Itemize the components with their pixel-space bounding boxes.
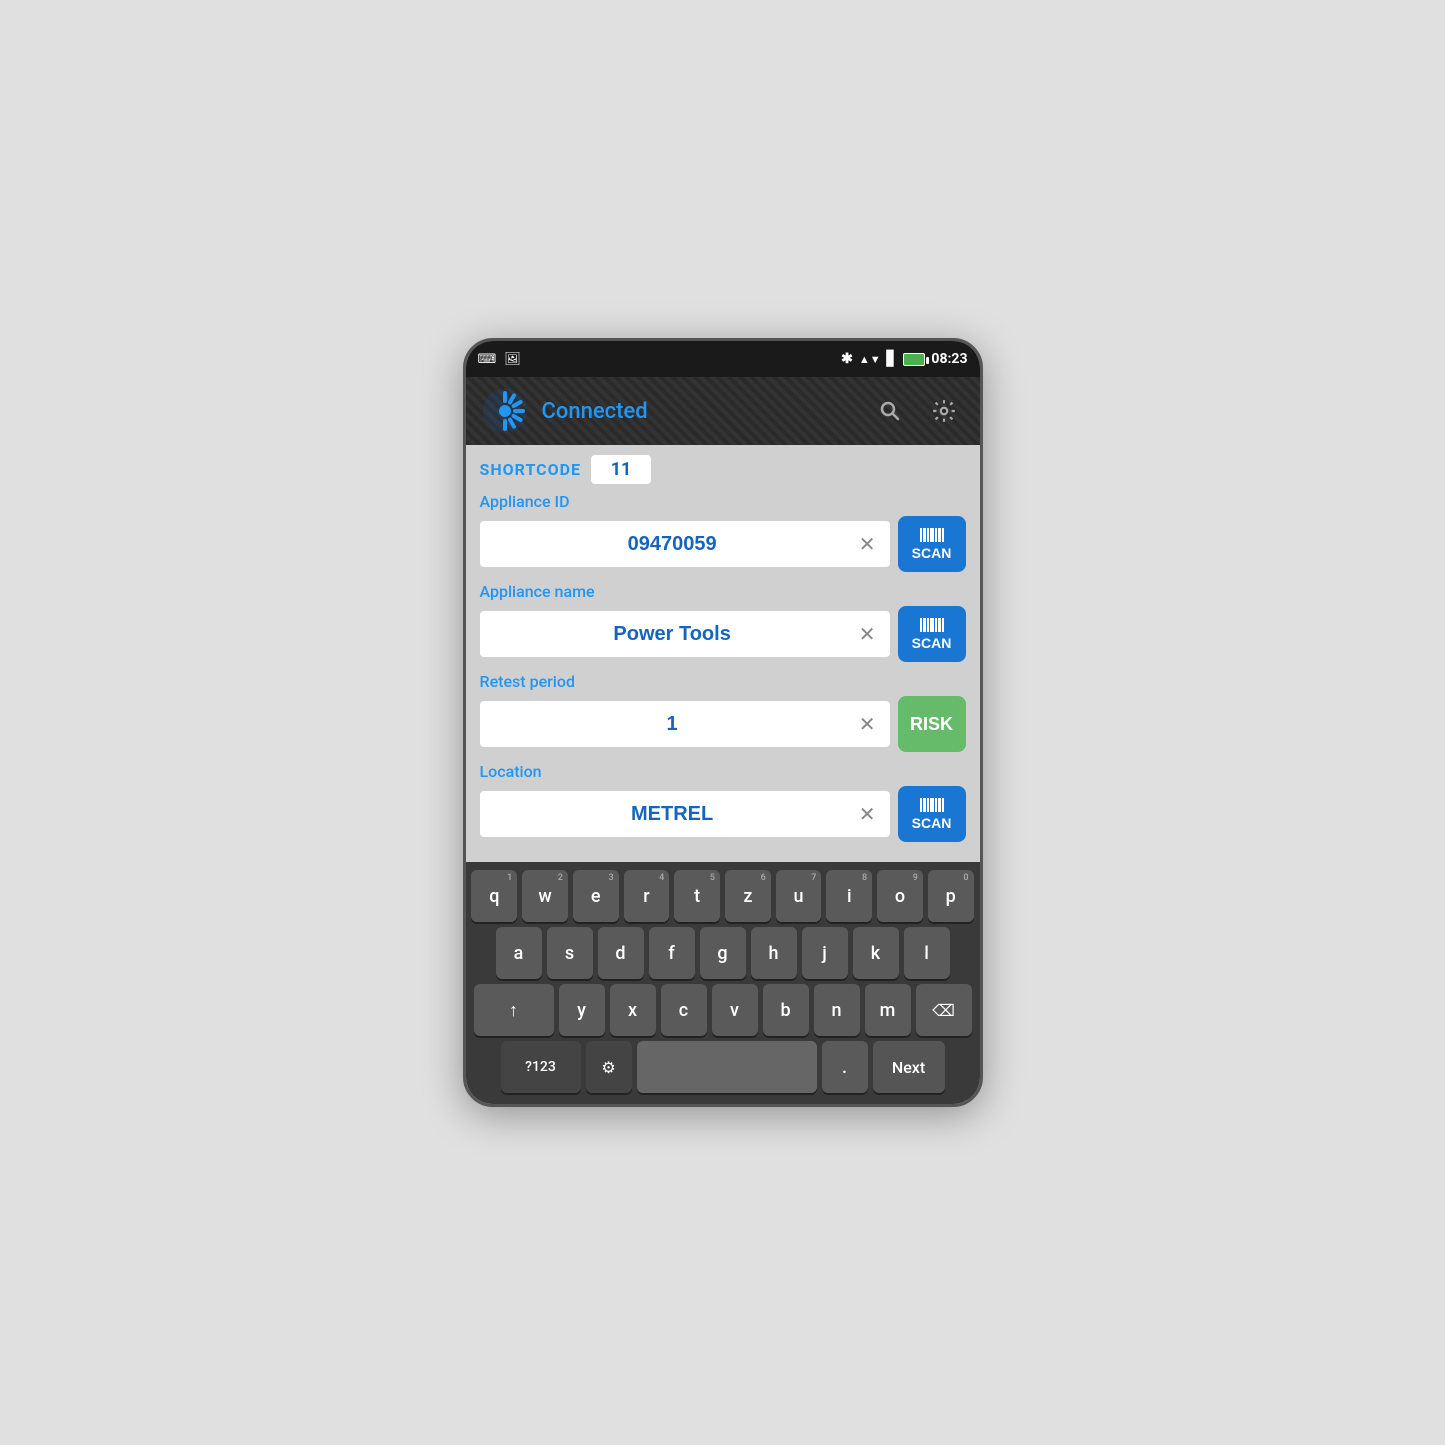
shortcode-label: SHORTCODE (480, 460, 582, 479)
battery-icon (903, 353, 925, 366)
retest-period-input-wrap[interactable]: ✕ (480, 701, 890, 747)
retest-period-clear[interactable]: ✕ (855, 712, 880, 736)
key-z[interactable]: 6z (725, 870, 771, 922)
appliance-id-scan-button[interactable]: SCAN (898, 516, 966, 572)
retest-period-section: Retest period ✕ RISK (480, 672, 966, 752)
key-x[interactable]: x (610, 984, 656, 1036)
status-right-icons: ✱ ▲▼ ▋ 08:23 (841, 351, 967, 367)
keyboard-row-2: a s d f g h j k l (472, 927, 974, 979)
keyboard-row-4: ?123 ⚙ . Next (472, 1041, 974, 1093)
key-d[interactable]: d (598, 927, 644, 979)
appliance-id-section: Appliance ID ✕ SCAN (480, 492, 966, 572)
shortcode-row: SHORTCODE 11 (480, 455, 966, 484)
key-b[interactable]: b (763, 984, 809, 1036)
keyboard-row-3: ↑ y x c v b n m ⌫ (472, 984, 974, 1036)
key-n[interactable]: n (814, 984, 860, 1036)
key-s[interactable]: s (547, 927, 593, 979)
location-input-wrap[interactable]: ✕ (480, 791, 890, 837)
key-g[interactable]: g (700, 927, 746, 979)
appliance-name-scan-button[interactable]: SCAN (898, 606, 966, 662)
search-button[interactable] (870, 391, 910, 431)
key-next[interactable]: Next (873, 1041, 945, 1093)
form-area: SHORTCODE 11 Appliance ID ✕ SCAN A (466, 445, 980, 862)
key-space[interactable] (637, 1041, 817, 1093)
key-123[interactable]: ?123 (501, 1041, 581, 1093)
scan-barcode-icon-3 (920, 798, 944, 812)
appliance-name-label: Appliance name (480, 582, 966, 601)
key-t[interactable]: 5t (674, 870, 720, 922)
appliance-name-input-wrap[interactable]: ✕ (480, 611, 890, 657)
bluetooth-icon: ✱ (841, 351, 853, 367)
keyboard-icon: ⌨ (478, 352, 497, 367)
status-bar: ⌨ 🖼 ✱ ▲▼ ▋ 08:23 (466, 341, 980, 377)
appliance-id-row: ✕ SCAN (480, 516, 966, 572)
scan-barcode-icon (920, 528, 944, 542)
key-h[interactable]: h (751, 927, 797, 979)
risk-button[interactable]: RISK (898, 696, 966, 752)
keyboard-row-1: 1q 2w 3e 4r 5t 6z 7u 8i 9o 0p (472, 870, 974, 922)
key-i[interactable]: 8i (826, 870, 872, 922)
retest-period-row: ✕ RISK (480, 696, 966, 752)
key-v[interactable]: v (712, 984, 758, 1036)
key-f[interactable]: f (649, 927, 695, 979)
key-y[interactable]: y (559, 984, 605, 1036)
location-scan-button[interactable]: SCAN (898, 786, 966, 842)
key-o[interactable]: 9o (877, 870, 923, 922)
key-a[interactable]: a (496, 927, 542, 979)
risk-button-label: RISK (910, 714, 953, 735)
key-l[interactable]: l (904, 927, 950, 979)
app-title: Connected (542, 399, 856, 424)
key-p[interactable]: 0p (928, 870, 974, 922)
app-logo (482, 388, 528, 434)
key-m[interactable]: m (865, 984, 911, 1036)
key-c[interactable]: c (661, 984, 707, 1036)
app-header: Connected (466, 377, 980, 445)
status-left-icons: ⌨ 🖼 (478, 352, 521, 367)
location-row: ✕ SCAN (480, 786, 966, 842)
appliance-id-input-wrap[interactable]: ✕ (480, 521, 890, 567)
retest-period-input[interactable] (490, 713, 855, 736)
key-shift[interactable]: ↑ (474, 984, 554, 1036)
location-input[interactable] (490, 803, 855, 826)
key-settings[interactable]: ⚙ (586, 1041, 632, 1093)
key-j[interactable]: j (802, 927, 848, 979)
scan-barcode-icon-2 (920, 618, 944, 632)
appliance-name-input[interactable] (490, 623, 855, 646)
data-icon: ▲▼ (859, 353, 881, 366)
key-r[interactable]: 4r (624, 870, 670, 922)
keyboard: 1q 2w 3e 4r 5t 6z 7u 8i 9o 0p a s d f g … (466, 862, 980, 1104)
scan-button-label-2: SCAN (912, 635, 952, 651)
appliance-id-clear[interactable]: ✕ (855, 532, 880, 556)
image-icon: 🖼 (504, 352, 521, 367)
key-q[interactable]: 1q (471, 870, 517, 922)
clock: 08:23 (931, 351, 967, 367)
appliance-name-section: Appliance name ✕ SCAN (480, 582, 966, 662)
appliance-name-clear[interactable]: ✕ (855, 622, 880, 646)
key-u[interactable]: 7u (776, 870, 822, 922)
location-section: Location ✕ SCAN (480, 762, 966, 842)
location-clear[interactable]: ✕ (855, 802, 880, 826)
settings-button[interactable] (924, 391, 964, 431)
key-backspace[interactable]: ⌫ (916, 984, 972, 1036)
appliance-id-input[interactable] (490, 533, 855, 556)
appliance-name-row: ✕ SCAN (480, 606, 966, 662)
key-w[interactable]: 2w (522, 870, 568, 922)
key-period[interactable]: . (822, 1041, 868, 1093)
appliance-id-label: Appliance ID (480, 492, 966, 511)
key-k[interactable]: k (853, 927, 899, 979)
key-e[interactable]: 3e (573, 870, 619, 922)
signal-icon: ▋ (887, 351, 898, 367)
scan-button-label-3: SCAN (912, 815, 952, 831)
scan-button-label: SCAN (912, 545, 952, 561)
retest-period-label: Retest period (480, 672, 966, 691)
phone-frame: ⌨ 🖼 ✱ ▲▼ ▋ 08:23 C (463, 338, 983, 1107)
location-label: Location (480, 762, 966, 781)
shortcode-value: 11 (591, 455, 651, 484)
